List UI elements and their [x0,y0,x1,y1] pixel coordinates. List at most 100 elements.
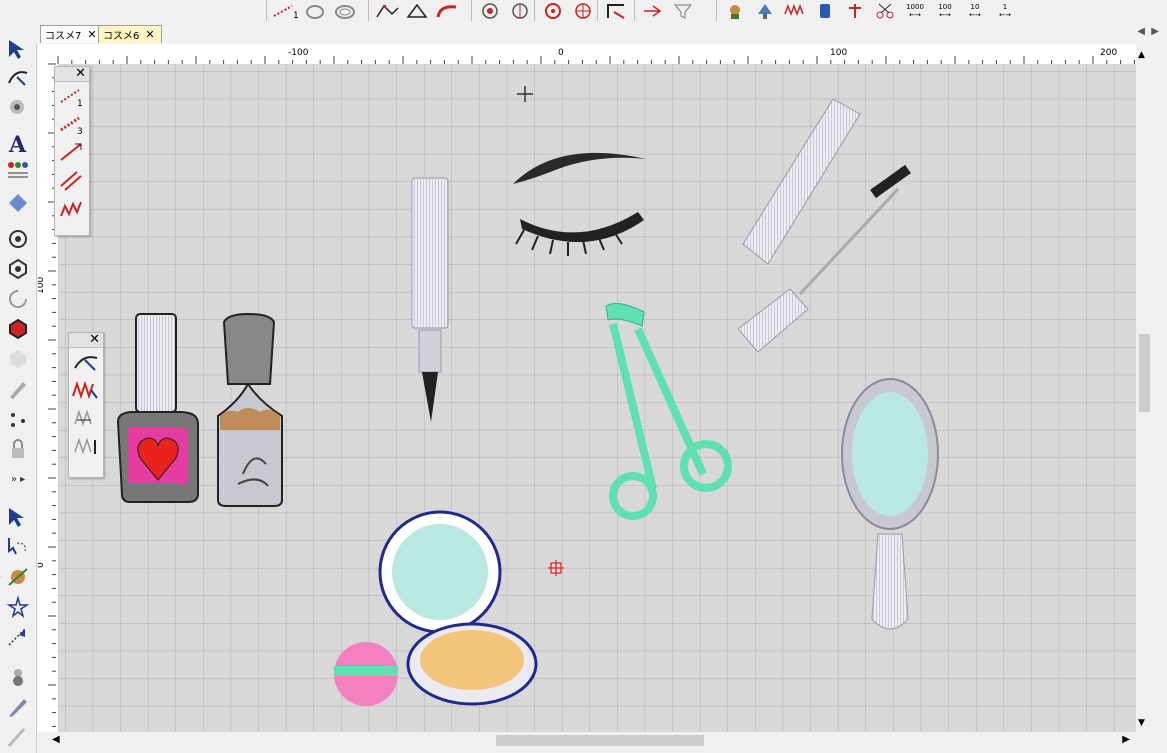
close-icon[interactable]: ✕ [87,28,96,41]
hex-outline-icon[interactable] [4,256,32,282]
fill-icon[interactable] [4,564,32,590]
tab-label: コスメ7 [45,31,82,42]
v-ruler-label-100: 100 [38,277,46,294]
applique-icon[interactable] [4,94,32,120]
select-arrow-icon[interactable] [4,36,32,62]
lock-icon[interactable] [4,436,32,462]
grid [58,64,1136,732]
zigzag-edit-button[interactable] [69,376,103,404]
toolbar-group-2 [368,0,473,21]
toolbar-group-5 [597,0,636,21]
target-circle-icon[interactable] [4,226,32,252]
reshape-edit-button[interactable] [69,348,103,376]
vertical-scroll-thumb[interactable] [1139,334,1150,412]
arrow-icon[interactable] [639,1,667,21]
brush-icon[interactable] [4,724,32,750]
toolbar-group-6 [634,0,705,21]
people-icon[interactable] [4,158,32,184]
stitch-end-button[interactable] [69,432,103,460]
close-icon[interactable]: ✕ [145,28,154,41]
scroll-down-icon[interactable]: ▼ [1138,718,1145,728]
spiral-outline-icon[interactable] [4,286,32,312]
bottle-icon[interactable] [4,664,32,690]
scroll-right-icon[interactable]: ▶ [1122,734,1130,745]
spiral-icon[interactable] [476,1,504,21]
step-10-label: 10 [970,2,980,11]
lasso-icon[interactable] [4,534,32,560]
step-1-label: 1 [1002,2,1008,11]
svg-text:1: 1 [293,11,298,20]
node-edit-icon[interactable] [373,1,401,21]
floating-stitch-panel: ✕ 1 3 [54,66,90,236]
scroll-up-icon[interactable]: ▲ [1138,50,1145,60]
toolbar-group-1: 1 [266,0,369,21]
h-ruler [38,44,1136,64]
pencil-icon[interactable] [4,376,32,402]
hex-red-icon[interactable] [4,316,32,342]
design-canvas[interactable]: -100 0 100 200 100 0 [38,44,1136,732]
spiral2-icon[interactable] [506,1,534,21]
stitch-zigzag-button[interactable] [55,194,89,222]
step-1000-button[interactable]: 1000 ←→ [901,1,929,21]
stitch-back-button[interactable] [69,404,103,432]
filter-icon[interactable] [669,1,697,21]
pin-icon[interactable] [841,1,869,21]
tab-scroll-arrows[interactable]: ◀ ▶ [1137,26,1159,37]
toolbar-group-4 [534,0,599,21]
step-10-button[interactable]: 10 ←→ [961,1,989,21]
hex-gray-icon[interactable] [4,346,32,372]
scissors-icon[interactable] [871,1,899,21]
h-ruler-label-200: 200 [1100,48,1117,58]
step-1-button[interactable]: 1 ←→ [991,1,1019,21]
polygon-icon[interactable] [403,1,431,21]
stitch-line-1-label: 1 [77,99,83,108]
h-ruler-label-100: 100 [830,48,847,58]
text-tool-icon[interactable]: A [4,130,32,156]
star-select-icon[interactable] [4,594,32,620]
vertical-scrollbar[interactable]: ▲ ▼ [1136,44,1153,732]
toolbar-group-3 [471,0,536,21]
design-svg: -100 0 100 200 100 0 [38,44,1136,732]
more-icon[interactable]: » ▸ [4,470,32,488]
badge-icon[interactable] [4,190,32,216]
stitch-line-3-button[interactable]: 3 [55,110,89,138]
tab-cosme7[interactable]: コスメ7 ✕ [40,25,104,43]
reshape-icon[interactable] [4,64,32,90]
horizontal-scroll-thumb[interactable] [496,735,704,746]
v-ruler-label-0: 0 [38,562,46,568]
stitch-line-3-label: 3 [77,127,83,136]
ring-icon[interactable] [301,1,329,21]
h-ruler-label-neg100: -100 [288,48,309,58]
pen-icon[interactable] [4,694,32,720]
stitch-line-1-button[interactable]: 1 [55,82,89,110]
border-icon[interactable] [602,1,630,21]
line-stitch-icon[interactable]: 1 [271,1,299,21]
close-icon[interactable]: ✕ [75,66,86,81]
circle-lines-icon[interactable] [569,1,597,21]
left-toolbar: A » ▸ [0,22,37,753]
ring2-icon[interactable] [331,1,359,21]
dots-icon[interactable] [4,406,32,432]
thread-color-icon[interactable] [721,1,749,21]
scroll-left-icon[interactable]: ◀ [52,734,60,745]
close-icon[interactable]: ✕ [89,332,100,347]
stitch-double-button[interactable] [55,166,89,194]
tab-strip: コスメ7 ✕ コスメ6 ✕ ◀ ▶ [36,22,1167,44]
h-ruler-label-0: 0 [558,48,564,58]
top-toolbar: 1 1000 ←→ 100 ←→ 10 ←→ 1 ←→ [0,0,1167,23]
nail-polish-silver[interactable] [217,312,283,507]
zigzag-icon[interactable] [781,1,809,21]
circle-fill-icon[interactable] [539,1,567,21]
tab-cosme6[interactable]: コスメ6 ✕ [98,25,162,43]
stitch-arrow-button[interactable] [55,138,89,166]
curve-icon[interactable] [433,1,461,21]
step-100-label: 100 [938,2,952,11]
point-select-icon[interactable] [4,624,32,650]
tree-icon[interactable] [751,1,779,21]
step-100-button[interactable]: 100 ←→ [931,1,959,21]
horizontal-scrollbar[interactable]: ◀ ▶ [38,732,1136,749]
step-1000-label: 1000 [906,2,924,11]
panel-header: ✕ [69,332,103,348]
spool-icon[interactable] [811,1,839,21]
select-icon[interactable] [4,504,32,530]
